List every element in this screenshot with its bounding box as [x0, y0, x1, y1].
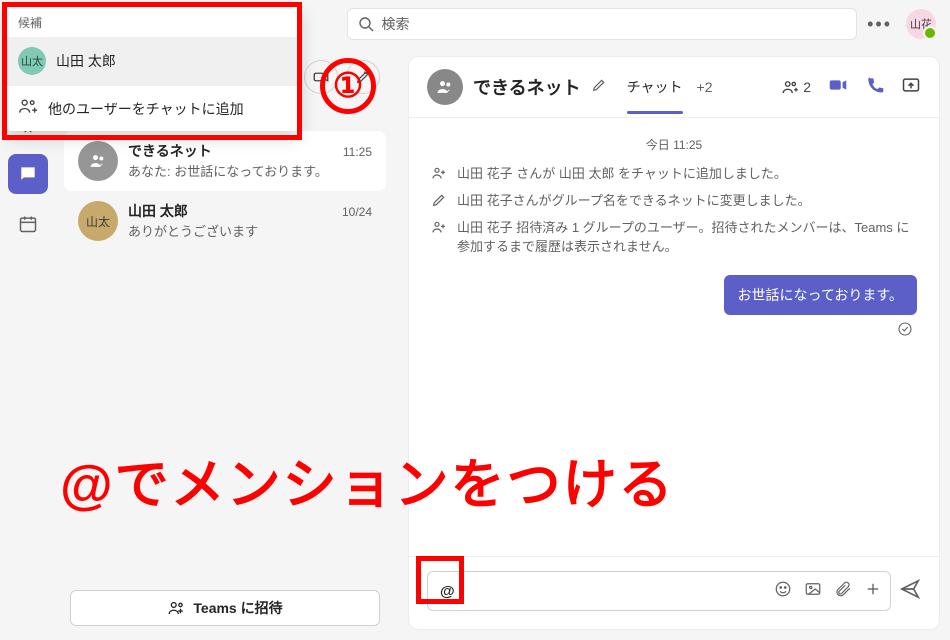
chat-item-time: 10/24 [342, 205, 372, 219]
message-bubble[interactable]: お世話になっております。 [724, 275, 917, 315]
system-message: 山田 花子 招待済み 1 グループのユーザー。招待されたメンバーは、Teams … [431, 217, 917, 255]
search-icon [358, 16, 374, 32]
chat-avatar-icon [427, 69, 463, 105]
chat-main-panel: できるネット チャット +2 2 今日 11:25 [408, 56, 940, 630]
video-call-icon[interactable] [827, 74, 849, 101]
person-add-icon [431, 219, 447, 235]
chat-item-preview: ありがとうございます [128, 221, 372, 240]
audio-call-icon[interactable] [865, 75, 885, 100]
rail-calendar[interactable] [8, 204, 48, 244]
chat-title: できるネット [473, 74, 581, 100]
suggestion-add-label: 他のユーザーをチャットに追加 [48, 99, 244, 119]
app-rail [0, 48, 56, 640]
edit-title-icon[interactable] [591, 77, 607, 98]
chat-item-preview: あなた: お世話になっております。 [128, 161, 372, 180]
image-icon[interactable] [804, 580, 822, 602]
chat-messages: 今日 11:25 山田 花子 さんが 山田 太郎 をチャットに追加しました。 山… [409, 118, 939, 556]
date-separator: 今日 11:25 [431, 136, 917, 153]
send-button[interactable] [899, 578, 921, 605]
rail-chat[interactable] [8, 154, 48, 194]
participants-button[interactable]: 2 [781, 78, 811, 96]
add-tab-button[interactable]: +2 [697, 79, 713, 95]
message-input[interactable]: @ [427, 571, 891, 611]
pencil-icon [431, 192, 447, 208]
more-menu-icon[interactable]: ••• [867, 14, 892, 35]
chat-item-name: できるネット [128, 141, 212, 161]
add-user-icon [18, 96, 38, 121]
share-screen-icon[interactable] [901, 75, 921, 100]
person-add-icon [431, 165, 447, 181]
chat-item-time: 11:25 [343, 145, 372, 159]
outgoing-message: お世話になっております。 [431, 275, 917, 315]
mention-suggestion-popup: 候補 山太 山田 太郎 他のユーザーをチャットに追加 [6, 6, 300, 131]
search-input[interactable]: 検索 [347, 8, 857, 40]
user-avatar[interactable]: 山花 [906, 9, 936, 39]
system-message: 山田 花子さんがグループ名をできるネットに変更しました。 [431, 190, 917, 209]
new-chat-button[interactable] [346, 60, 380, 94]
suggestion-name: 山田 太郎 [56, 51, 116, 71]
tab-chat[interactable]: チャット [627, 73, 683, 101]
video-call-button[interactable] [304, 60, 338, 94]
plus-icon[interactable] [864, 580, 882, 602]
suggestion-add-user[interactable]: 他のユーザーをチャットに追加 [6, 85, 300, 131]
attach-icon[interactable] [834, 580, 852, 602]
chat-list-item[interactable]: できるネット 11:25 あなた: お世話になっております。 [64, 131, 386, 191]
suggestion-item[interactable]: 山太 山田 太郎 [6, 37, 300, 85]
chat-item-name: 山田 太郎 [128, 201, 188, 221]
invite-teams-button[interactable]: Teams に招待 [70, 590, 380, 626]
emoji-icon[interactable] [774, 580, 792, 602]
compose-bar: @ [409, 556, 939, 629]
system-message: 山田 花子 さんが 山田 太郎 をチャットに追加しました。 [431, 163, 917, 182]
compose-text: @ [440, 583, 455, 600]
chat-list-panel: チャット ▾ 最近のチャット できるネット 11:25 あなた: お世話になって… [56, 48, 394, 640]
group-avatar-icon [78, 141, 118, 181]
user-avatar-icon: 山太 [78, 201, 118, 241]
chat-list-item[interactable]: 山太 山田 太郎 10/24 ありがとうございます [64, 191, 386, 251]
read-receipt-icon [431, 321, 917, 342]
invite-icon [167, 599, 185, 617]
search-placeholder: 検索 [382, 14, 410, 34]
suggestion-avatar: 山太 [18, 47, 46, 75]
suggestion-header: 候補 [6, 6, 300, 37]
chat-header: できるネット チャット +2 2 [409, 57, 939, 118]
